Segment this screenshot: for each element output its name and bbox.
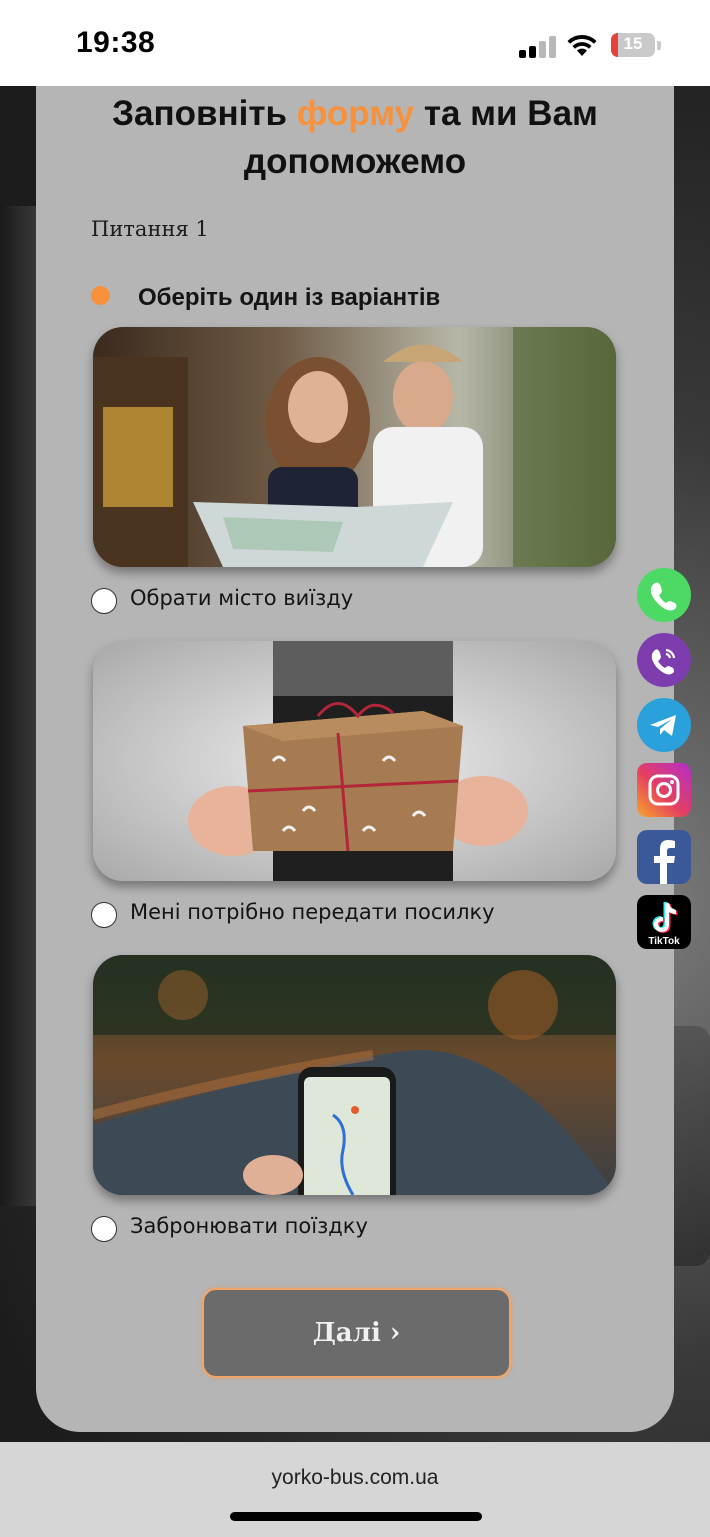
telegram-button[interactable]	[637, 698, 691, 752]
url-text[interactable]: yorko-bus.com.ua	[0, 1466, 710, 1490]
facebook-icon	[654, 840, 675, 884]
option-label-send-parcel[interactable]: Мені потрібно передати посилку	[130, 900, 495, 924]
form-title: Заповніть форму та ми Вам допоможемо	[36, 90, 674, 186]
option-radio-book-trip[interactable]	[91, 1216, 117, 1242]
gift-parcel-photo	[93, 641, 616, 881]
option-radio-send-parcel[interactable]	[91, 902, 117, 928]
viber-button[interactable]	[637, 633, 691, 687]
instagram-icon	[648, 774, 680, 806]
phone-button[interactable]	[637, 568, 691, 622]
battery-cap	[657, 41, 661, 50]
bullet-dot	[91, 286, 110, 305]
title-line-2: допоможемо	[243, 142, 467, 181]
question-number: Питання 1	[91, 217, 209, 241]
status-bar: 19:38 15	[0, 0, 710, 86]
phone-icon	[650, 582, 677, 611]
facebook-button[interactable]	[637, 830, 691, 884]
next-button[interactable]: Далі ›	[202, 1288, 511, 1378]
home-indicator	[230, 1512, 482, 1521]
tiktok-button[interactable]: TikTok	[637, 895, 691, 949]
travelers-with-map-photo	[93, 327, 616, 567]
title-accent: форму	[296, 94, 415, 133]
tiktok-icon: TikTok	[648, 902, 680, 947]
instruction-text: Оберіть один із варіантів	[138, 284, 441, 311]
form-card: Заповніть форму та ми Вам допоможемо Пит…	[36, 60, 674, 1432]
title-text-2: та ми Вам	[414, 94, 598, 133]
status-time: 19:38	[76, 26, 156, 59]
option-label-departure-city[interactable]: Обрати місто виїзду	[130, 586, 353, 610]
option-radio-departure-city[interactable]	[91, 588, 117, 614]
telegram-icon	[650, 715, 676, 736]
option-image-travelers[interactable]	[93, 327, 616, 567]
signal-icon	[519, 36, 556, 58]
instagram-button[interactable]	[637, 763, 691, 817]
browser-url-bar[interactable]: yorko-bus.com.ua	[0, 1442, 710, 1537]
viber-icon	[651, 648, 676, 675]
option-image-parcel[interactable]	[93, 641, 616, 881]
wifi-icon	[567, 34, 597, 56]
phone-map-road-photo	[93, 955, 616, 1195]
option-image-trip[interactable]	[93, 955, 616, 1195]
battery-charging-icon: 15	[611, 33, 655, 57]
tiktok-label: TikTok	[648, 936, 680, 947]
option-label-book-trip[interactable]: Забронювати поїздку	[130, 1214, 368, 1238]
title-text: Заповніть	[112, 94, 297, 133]
battery-level: 15	[623, 34, 643, 53]
